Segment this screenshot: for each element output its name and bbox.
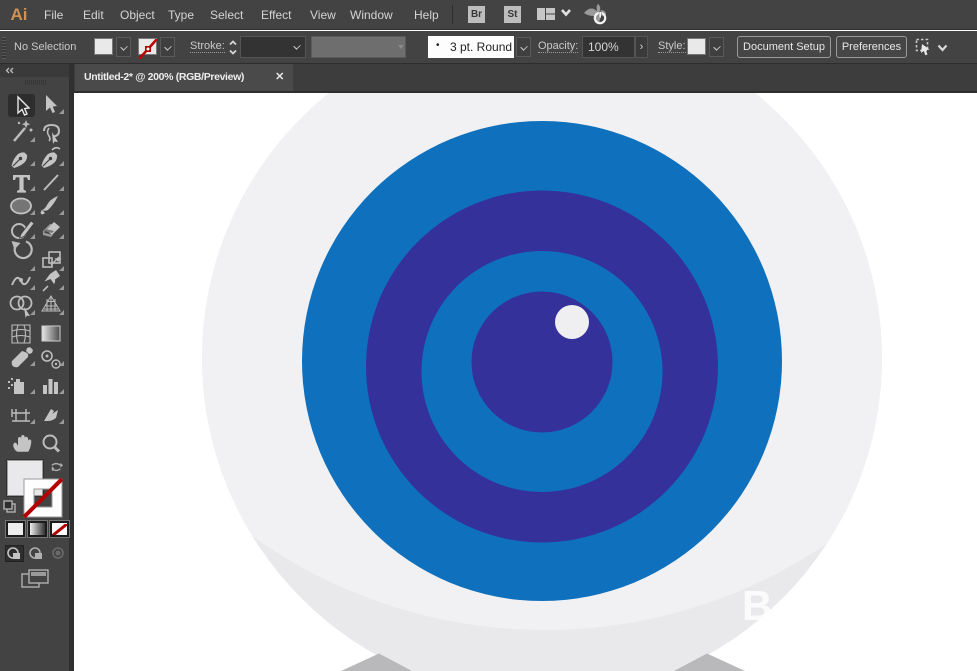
svg-text:B: B: [742, 582, 772, 629]
